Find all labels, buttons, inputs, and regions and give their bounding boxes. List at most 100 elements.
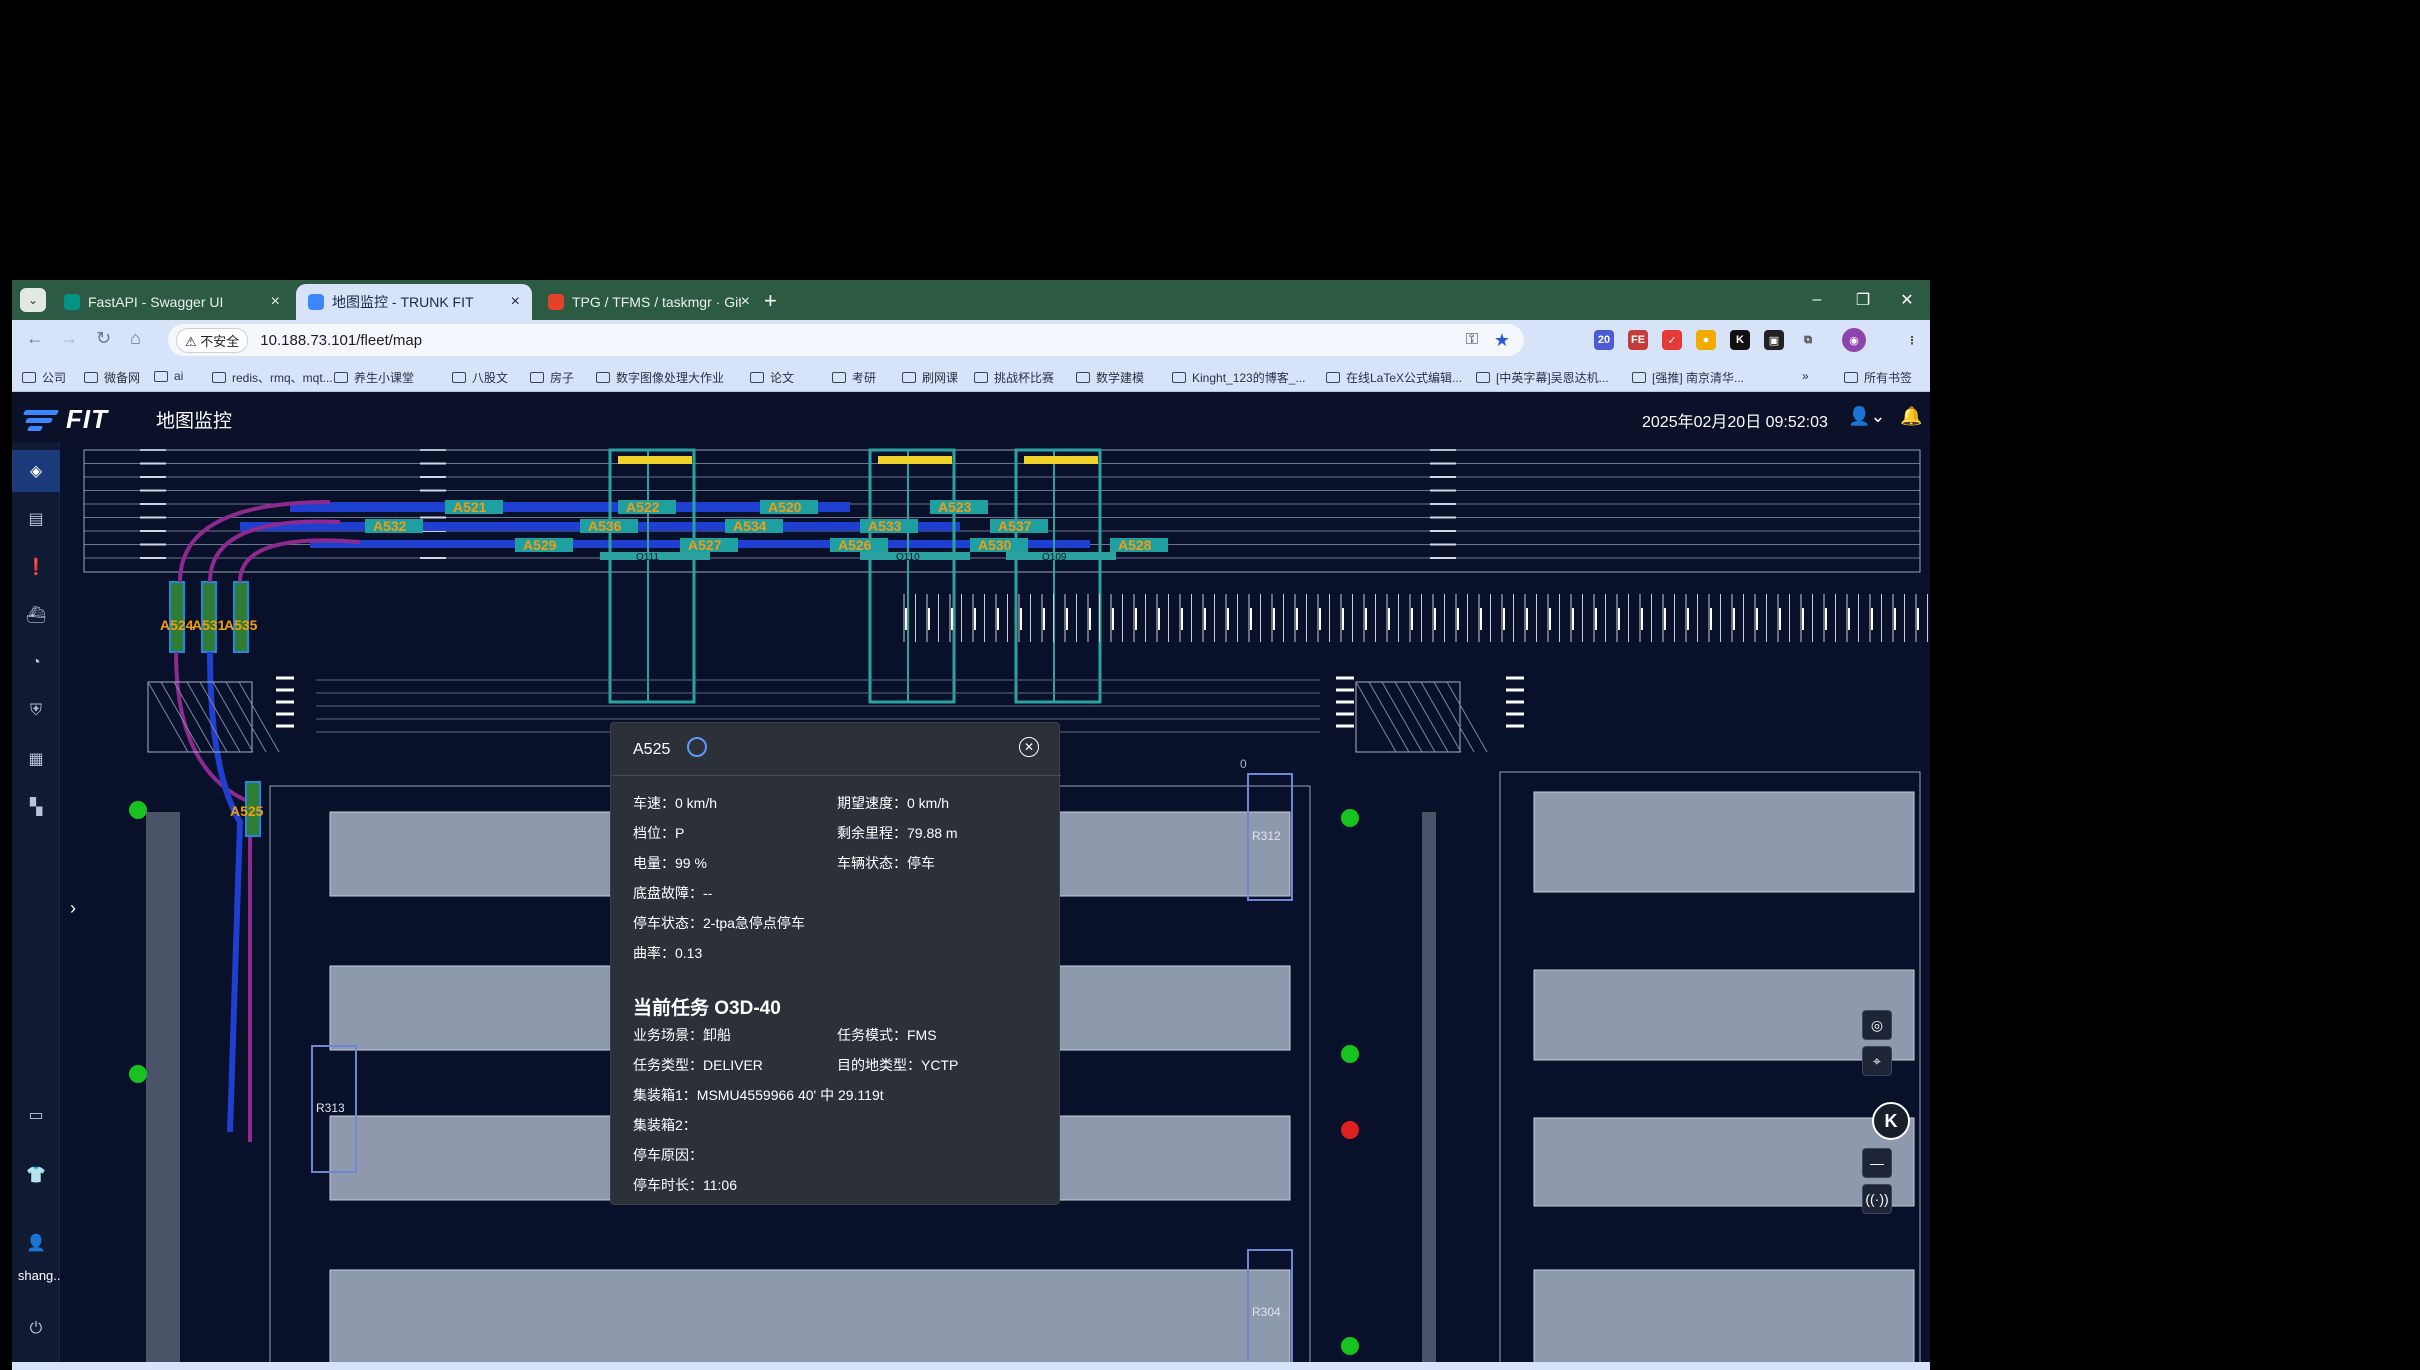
bookmark-item[interactable]: 刷网课 [902,369,958,386]
new-tab-button[interactable]: + [764,288,777,314]
restore-button[interactable]: ❐ [1840,280,1886,320]
hatch-line [1381,681,1423,753]
todo-extension-icon[interactable]: ✓ [1662,330,1682,350]
bookmark-item[interactable]: 考研 [832,369,876,386]
map-canvas[interactable]: Q111 Q110 Q109 A521 A522 A520 A523 A532 A536 A534… [60,442,1930,1370]
expand-panel-button[interactable]: › [60,878,86,938]
vehicle-label: A525 [230,803,264,819]
vehicle-label: A523 [938,499,972,515]
shield-icon: ⛨ [29,702,42,719]
home-icon[interactable]: ⌂ [130,328,141,349]
sidebar: ◈ ▤ ❗ ⛴ ◔ ⛨ ▦ ▚ ▭ 👕 👤 shang... ⏻ [12,442,64,1370]
bookmark-star-icon[interactable]: ★ [1494,330,1510,351]
logo-text: FIT [66,404,108,434]
tab-label: 地图监控 - TRUNK FIT [332,294,474,310]
bookmark-item[interactable]: 论文 [750,369,794,386]
bookmark-item[interactable]: [强推] 南京清华... [1632,369,1744,386]
back-arrow-icon[interactable]: ← [26,328,44,349]
close-icon[interactable]: ✕ [1019,737,1039,757]
all-bookmarks-button[interactable]: 所有书签 [1844,369,1912,386]
minimize-button[interactable]: – [1794,280,1840,320]
pie-chart-icon: ◔ [31,654,41,671]
locate-button[interactable]: ⌖ [1862,1046,1892,1076]
bookmark-label: 挑战杯比赛 [994,371,1055,385]
bookmark-item[interactable]: redis、rmq、mqt... [212,369,333,386]
sidebar-item-user[interactable]: 👤 [12,1222,60,1264]
sidebar-item-dashboard[interactable]: ▚ [12,786,60,828]
vehicle-field: 车速：0 km/h [633,795,718,811]
layer-toggle-button[interactable]: ◎ [1862,1010,1892,1040]
bookmark-item[interactable]: 微备网 [84,369,140,386]
bookmark-item[interactable]: 公司 [22,369,66,386]
bookmarks-overflow-button[interactable]: » [1802,369,1809,383]
sidebar-item-ship[interactable]: ⛴ [12,594,60,636]
folder-icon [212,372,226,383]
task-field: 停车时长：11:06 [633,1177,737,1193]
sidebar-item-security[interactable]: ⛨ [12,690,60,732]
tab-fastapi[interactable]: FastAPI - Swagger UI × [52,284,292,320]
fe-extension-icon[interactable]: FE [1628,330,1648,350]
folder-icon [1076,372,1090,383]
cloud-status-icon[interactable] [687,737,707,757]
security-badge[interactable]: ⚠ 不安全 [176,327,249,353]
bookmark-item[interactable]: Kinght_123的博客_... [1172,369,1305,386]
logo-mark-icon [22,408,60,432]
tab-gitlab[interactable]: TPG / TFMS / taskmgr · GitLa × [536,284,762,320]
key-icon[interactable]: ⚿ [1466,331,1478,349]
extension-badge: 20 [1597,334,1611,346]
close-icon[interactable]: × [271,293,280,311]
close-window-button[interactable]: ✕ [1884,280,1930,320]
menu-kebab-icon[interactable]: ⋮ [1902,330,1922,350]
bookmark-label: 养生小课堂 [354,371,415,385]
bookmark-label: redis、rmq、mqt... [232,371,333,385]
extension-icon[interactable]: 20 [1594,330,1614,350]
bookmark-item[interactable]: 养生小课堂 [334,369,414,386]
sidebar-item-notes[interactable]: ▭ [12,1094,60,1136]
folder-icon [22,372,36,383]
bookmark-item[interactable]: 八股文 [452,369,508,386]
bookmark-item[interactable]: 房子 [530,369,574,386]
bookmark-item[interactable]: [中英字幕]吴恩达机... [1476,369,1609,386]
bookmark-item[interactable]: ai [154,369,183,383]
folder-icon [1632,372,1646,383]
k-extension-icon[interactable]: K [1730,330,1750,350]
signal-button[interactable]: ((·)) [1862,1184,1892,1214]
color-extension-icon[interactable]: ● [1696,330,1716,350]
forward-arrow-icon[interactable]: → [60,328,78,349]
block-label: R313 [316,1101,345,1115]
crane-frame [1014,448,1102,704]
tab-map-monitor[interactable]: 地图监控 - TRUNK FIT × [296,284,532,320]
sidebar-item-logs[interactable]: ▦ [12,738,60,780]
bookmark-item[interactable]: 数字图像处理大作业 [596,369,724,386]
bookmark-item[interactable]: 在线LaTeX公式编辑... [1326,369,1462,386]
traffic-light [129,801,147,819]
k-assistant-icon[interactable]: K [1872,1102,1910,1140]
sidebar-item-stats[interactable]: ◔ [12,642,60,684]
profile-avatar[interactable]: ◉ [1842,328,1866,352]
bookmark-label: [强推] 南京清华... [1652,371,1745,385]
address-bar[interactable]: ⚠ 不安全 10.188.73.101/fleet/map ⚿ ★ [168,324,1524,356]
reload-icon[interactable]: ↻ [96,328,111,349]
bookmark-item[interactable]: 挑战杯比赛 [974,369,1054,386]
zoom-out-button[interactable]: — [1862,1148,1892,1178]
sidebar-item-alerts[interactable]: ❗ [12,546,60,588]
puzzle-icon[interactable]: ⧉ [1798,330,1818,350]
sidebar-item-vehicles[interactable]: ▤ [12,498,60,540]
tab-search-button[interactable]: ⌄ [20,288,46,312]
bell-icon[interactable]: 🔔 [1900,406,1922,427]
close-icon[interactable]: × [511,293,520,311]
bookmark-item[interactable]: 数学建模 [1076,369,1144,386]
sidebar-item-shirt[interactable]: 👕 [12,1154,60,1196]
bookmark-label: 房子 [550,371,575,385]
folder-icon [596,372,610,383]
hatch-line [1420,681,1462,753]
close-icon[interactable]: × [741,293,750,311]
tab-extension-icon[interactable]: ▣ [1764,330,1784,350]
sidebar-item-map[interactable]: ◈ [12,450,60,492]
browser-titlebar: ⌄ FastAPI - Swagger UI × 地图监控 - TRUNK FI… [12,280,1930,320]
folder-icon [974,372,988,383]
user-menu-icon[interactable]: 👤⌄ [1848,406,1886,427]
url-text[interactable]: 10.188.73.101/fleet/map [260,332,422,349]
sidebar-item-logout[interactable]: ⏻ [12,1308,60,1350]
browser-window: ⌄ FastAPI - Swagger UI × 地图监控 - TRUNK FI… [12,280,1930,1370]
